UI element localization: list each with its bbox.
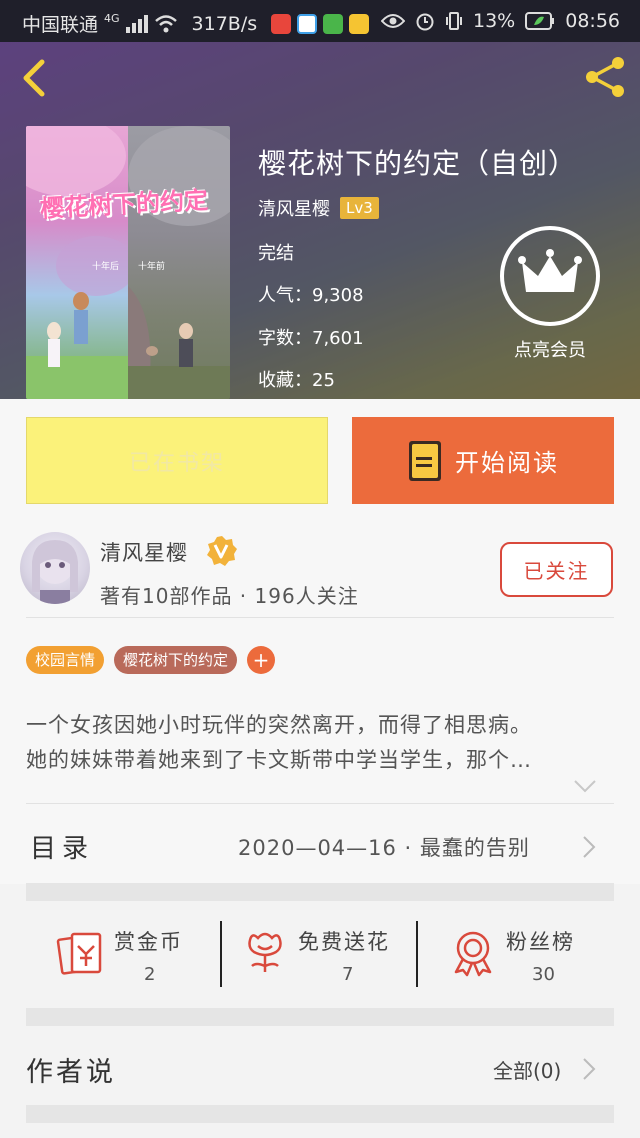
toc-chevron-right-icon[interactable] — [582, 835, 596, 859]
vertical-divider — [416, 921, 418, 987]
add-tag-button[interactable]: + — [247, 646, 276, 674]
tag-campus-romance[interactable]: 校园言情 — [26, 646, 105, 674]
author-name[interactable]: 清风星樱 — [100, 537, 188, 567]
reward-gold-coins-value: 2 — [144, 964, 156, 985]
book-favorites: 收藏：25 — [258, 370, 335, 391]
alarm-icon — [416, 13, 434, 31]
crown-icon — [518, 249, 582, 292]
book-title: 樱花树下的约定（自创） — [258, 147, 578, 180]
book-icon — [409, 440, 441, 481]
start-reading-button[interactable]: 开始阅读 — [352, 417, 614, 504]
back-icon[interactable] — [14, 56, 54, 100]
medal-icon — [454, 931, 492, 977]
tag-list: 校园言情 樱花树下的约定 + — [26, 646, 276, 674]
book-cover[interactable]: 十年后 十年前 樱花树下的约定 — [26, 126, 230, 399]
description-line-1: 一个女孩因她小时玩伴的突然离开，而得了相思病。 — [26, 713, 532, 737]
author-says-label: 作者说 — [26, 1057, 116, 1088]
cover-right-sub: 十年前 — [138, 262, 166, 272]
carrier-label: 中国联通 — [22, 14, 99, 36]
signal-icon — [125, 14, 148, 33]
description-line-2: 她的妹妹带着她来到了卡文斯带中学当学生，那个… — [26, 748, 532, 772]
level-badge: Lv3 — [340, 197, 379, 219]
vip-label: 点亮会员 — [514, 340, 586, 361]
author-avatar[interactable] — [20, 532, 90, 604]
on-shelf-button[interactable]: 已在书架 — [26, 417, 328, 504]
wifi-icon — [154, 14, 177, 32]
vertical-divider — [220, 921, 222, 987]
emoji-app-icon — [349, 13, 370, 34]
network-label: 4G — [104, 12, 120, 25]
start-reading-label: 开始阅读 — [455, 449, 559, 477]
reward-free-flowers-label: 免费送花 — [298, 930, 390, 954]
book-word-count: 字数：7,601 — [258, 328, 364, 349]
author-stats: 著有10部作品 · 196人关注 — [100, 584, 359, 608]
cover-left-panel: 十年后 — [26, 126, 128, 399]
cover-right-panel: 十年前 — [128, 126, 230, 399]
battery-percent: 13% — [473, 10, 516, 32]
book-status: 完结 — [258, 243, 294, 264]
book-author-line: 清风星樱 Lv3 — [258, 195, 379, 221]
following-button[interactable]: 已关注 — [500, 542, 613, 597]
author-says-all-link[interactable]: 全部(0) — [493, 1055, 561, 1084]
cover-left-sub: 十年后 — [92, 262, 120, 272]
expand-chevron-down-icon[interactable] — [573, 778, 597, 794]
toc-label[interactable]: 目录 — [30, 828, 94, 865]
following-label: 已关注 — [523, 559, 590, 583]
divider — [26, 617, 614, 618]
flower-icon — [248, 932, 282, 972]
network-speed: 317B/s — [191, 12, 258, 35]
status-bar: 中国联通 4G 317B/s 13% 08:56 — [0, 0, 640, 42]
browser-app-icon — [297, 13, 318, 34]
book-description[interactable]: 一个女孩因她小时玩伴的突然离开，而得了相思病。 她的妹妹带着她来到了卡文斯带中学… — [26, 708, 616, 778]
book-header: 十年后 十年前 樱花树下的约定 樱花树下的约定（自创） 清风星樱 Lv3 完结 … — [0, 42, 640, 399]
reward-gold-coins[interactable]: 赏金币 2 — [56, 920, 206, 1000]
section-separator — [26, 1008, 614, 1026]
reward-fan-ranking[interactable]: 粉丝榜 30 — [448, 920, 598, 1000]
eye-icon — [381, 14, 405, 28]
reward-free-flowers[interactable]: 免费送花 7 — [240, 920, 410, 1000]
book-author[interactable]: 清风星樱 — [258, 195, 330, 221]
reward-fan-ranking-value: 30 — [532, 964, 555, 985]
tag-book-title[interactable]: 樱花树下的约定 — [114, 646, 238, 674]
divider — [26, 803, 614, 804]
toc-latest-chapter[interactable]: 2020—04—16 · 最蠢的告别 — [238, 832, 530, 862]
reward-free-flowers-value: 7 — [342, 964, 354, 985]
video-app-icon — [323, 13, 344, 34]
section-separator — [26, 1105, 614, 1123]
reader-app-icon — [271, 13, 292, 34]
reward-gold-coins-label: 赏金币 — [114, 930, 183, 954]
on-shelf-label: 已在书架 — [128, 450, 225, 476]
section-separator — [26, 883, 614, 901]
verified-v-icon — [207, 536, 237, 566]
vip-button[interactable] — [500, 226, 600, 326]
share-icon[interactable] — [582, 54, 628, 100]
reward-fan-ranking-label: 粉丝榜 — [506, 930, 575, 954]
book-popularity: 人气：9,308 — [258, 285, 364, 306]
clock-time: 08:56 — [565, 10, 620, 32]
author-says-chevron-right-icon[interactable] — [582, 1057, 596, 1081]
vibrate-icon — [446, 12, 462, 30]
red-envelope-icon — [56, 932, 102, 975]
battery-icon — [525, 12, 555, 30]
